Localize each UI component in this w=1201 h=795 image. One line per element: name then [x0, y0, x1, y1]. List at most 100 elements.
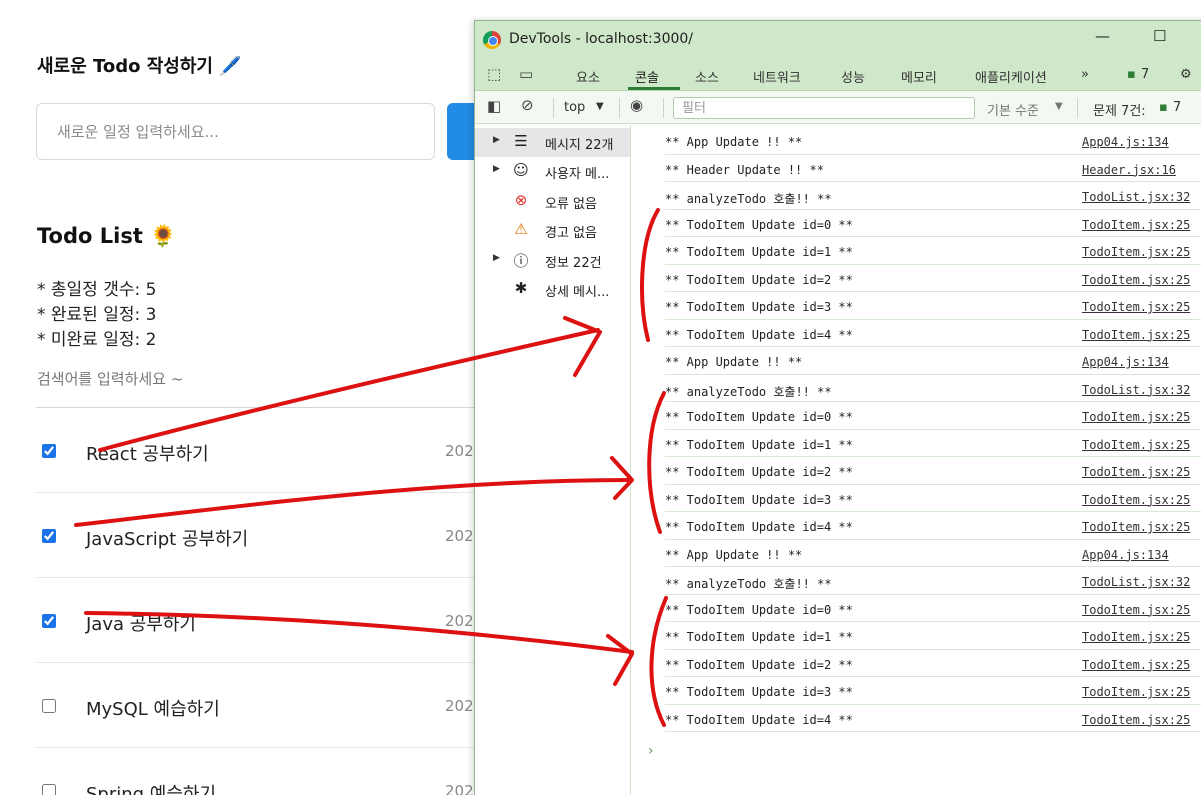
- console-log-message: ** TodoItem Update id=2 **: [665, 657, 853, 672]
- console-log-source-link[interactable]: TodoItem.jsx:25: [1082, 520, 1190, 534]
- issues-count-label[interactable]: 문제 7건:: [1093, 100, 1146, 119]
- console-filter-input[interactable]: [673, 97, 975, 119]
- todo-checkbox[interactable]: [42, 614, 56, 628]
- context-dropdown-icon[interactable]: ▼: [596, 101, 604, 112]
- console-log-source-link[interactable]: TodoItem.jsx:25: [1082, 245, 1190, 259]
- console-log-source-link[interactable]: TodoItem.jsx:25: [1082, 273, 1190, 287]
- console-log-source-link[interactable]: TodoList.jsx:32: [1082, 383, 1190, 397]
- tab-performance[interactable]: 성능: [841, 67, 865, 86]
- console-log-source-link[interactable]: TodoItem.jsx:25: [1082, 685, 1190, 699]
- sidebar-item-errors[interactable]: ⊗ 오류 없음: [475, 187, 630, 216]
- sidebar-item-warnings[interactable]: ⚠ 경고 없음: [475, 216, 630, 245]
- console-log-row: ** TodoItem Update id=3 ** TodoItem.jsx:2…: [665, 292, 1201, 320]
- console-log-message: ** TodoItem Update id=2 **: [665, 465, 853, 479]
- console-log-message: ** TodoItem Update id=4 **: [665, 327, 853, 342]
- console-log-message: ** analyzeTodo 호출!! **: [665, 577, 832, 591]
- todo-content: JavaScript 공부하기: [86, 529, 249, 550]
- console-log-source-link[interactable]: TodoList.jsx:32: [1082, 575, 1190, 589]
- todo-checkbox[interactable]: [42, 444, 56, 458]
- issues-badge-icon[interactable]: ▪: [1127, 67, 1136, 82]
- tab-elements[interactable]: 요소: [576, 67, 600, 86]
- list-icon: ☰: [514, 132, 528, 150]
- minimize-icon[interactable]: —: [1095, 27, 1110, 45]
- console-log-source-link[interactable]: TodoItem.jsx:25: [1082, 603, 1190, 617]
- console-log-source-link[interactable]: App04.js:134: [1082, 548, 1169, 562]
- tab-network[interactable]: 네트워크: [753, 67, 801, 86]
- sidebar-item-messages[interactable]: ▶ ☰ 메시지 22개: [475, 128, 630, 157]
- more-tabs-icon[interactable]: »: [1081, 67, 1089, 82]
- tab-console[interactable]: 콘솔: [635, 67, 659, 86]
- settings-gear-icon[interactable]: ⚙: [1180, 67, 1192, 82]
- console-log-source-link[interactable]: TodoList.jsx:32: [1082, 190, 1190, 204]
- console-log-source-link[interactable]: TodoItem.jsx:25: [1082, 658, 1190, 672]
- issues-badge-count[interactable]: 7: [1141, 67, 1149, 82]
- todo-item: Java 공부하기 2024: [36, 578, 483, 663]
- todo-list: React 공부하기 2024 JavaScript 공부하기 2024 Jav…: [36, 408, 483, 795]
- console-log-row: ** App Update !! ** App04.js:134: [665, 347, 1201, 375]
- stat-not-done: * 미완료 일정: 2: [37, 330, 157, 350]
- console-log-source-link[interactable]: App04.js:134: [1082, 355, 1169, 369]
- console-log-source-link[interactable]: TodoItem.jsx:25: [1082, 410, 1190, 424]
- sidebar-item-user-messages[interactable]: ▶ ☺ 사용자 메...: [475, 157, 630, 186]
- expand-arrow-icon[interactable]: ▶: [493, 253, 500, 263]
- console-prompt-chevron-icon[interactable]: ›: [648, 743, 654, 759]
- expand-arrow-icon[interactable]: ▶: [493, 164, 500, 174]
- expand-arrow-icon[interactable]: ▶: [493, 135, 500, 145]
- stat-done: * 완료된 일정: 3: [37, 305, 157, 325]
- todo-checkbox[interactable]: [42, 529, 56, 543]
- device-toolbar-icon[interactable]: ▭: [519, 65, 533, 83]
- console-log-source-link[interactable]: TodoItem.jsx:25: [1082, 300, 1190, 314]
- console-log-source-link[interactable]: App04.js:134: [1082, 135, 1169, 149]
- tab-sources[interactable]: 소스: [695, 67, 719, 86]
- console-log-source-link[interactable]: TodoItem.jsx:25: [1082, 218, 1190, 232]
- devtools-tabbar: ⬚ ▭ 요소 콘솔 소스 네트워크 성능 메모리 애플리케이션 » ▪ 7 ⚙: [475, 59, 1201, 91]
- live-expression-eye-icon[interactable]: ◉: [630, 96, 643, 114]
- tab-application[interactable]: 애플리케이션: [975, 67, 1047, 86]
- console-log-source-link[interactable]: TodoItem.jsx:25: [1082, 328, 1190, 342]
- console-log-row: ** analyzeTodo 호출!! ** TodoList.jsx:32: [665, 567, 1201, 595]
- sidebar-item-label: 상세 메시...: [545, 285, 610, 300]
- issues-count-value[interactable]: 7: [1173, 100, 1181, 115]
- console-log-source-link[interactable]: TodoItem.jsx:25: [1082, 438, 1190, 452]
- inspect-element-icon[interactable]: ⬚: [487, 65, 501, 83]
- todo-list-title: Todo List 🌻: [37, 224, 177, 248]
- toolbar-separator: [619, 98, 620, 118]
- console-log-row: ** TodoItem Update id=2 ** TodoItem.jsx:2…: [665, 265, 1201, 292]
- console-log-source-link[interactable]: TodoItem.jsx:25: [1082, 493, 1190, 507]
- sidebar-item-verbose[interactable]: ✱ 상세 메시...: [475, 275, 630, 304]
- todo-item: MySQL 예습하기 2024: [36, 663, 483, 748]
- devtools-titlebar[interactable]: DevTools - localhost:3000/ — ☐: [475, 21, 1201, 59]
- console-log-source-link[interactable]: TodoItem.jsx:25: [1082, 630, 1190, 644]
- toolbar-separator: [1077, 98, 1078, 118]
- console-log-message: ** analyzeTodo 호출!! **: [665, 192, 832, 206]
- maximize-icon[interactable]: ☐: [1153, 27, 1166, 45]
- console-log-message: ** Header Update !! **: [665, 162, 824, 177]
- issues-message-icon: ▪: [1159, 100, 1168, 115]
- tab-memory[interactable]: 메모리: [901, 67, 937, 86]
- console-log-source-link[interactable]: Header.jsx:16: [1082, 163, 1176, 177]
- sidebar-toggle-icon[interactable]: ◧: [487, 97, 501, 115]
- log-level-selector[interactable]: 기본 수준: [987, 100, 1039, 119]
- console-log-source-link[interactable]: TodoItem.jsx:25: [1082, 465, 1190, 479]
- console-log-message: ** TodoItem Update id=3 **: [665, 492, 853, 507]
- search-input[interactable]: [36, 364, 476, 394]
- console-log-row: ** TodoItem Update id=0 ** TodoItem.jsx:2…: [665, 402, 1201, 430]
- console-log-source-link[interactable]: TodoItem.jsx:25: [1082, 713, 1190, 727]
- log-level-dropdown-icon[interactable]: ▼: [1055, 101, 1063, 112]
- active-tab-underline: [628, 87, 680, 90]
- console-log-message: ** TodoItem Update id=0 **: [665, 217, 853, 232]
- todo-content: React 공부하기: [86, 444, 209, 465]
- todo-checkbox[interactable]: [42, 784, 56, 795]
- new-todo-input[interactable]: [36, 103, 435, 160]
- error-icon: ⊗: [514, 191, 528, 209]
- console-log-row: ** TodoItem Update id=0 ** TodoItem.jsx:2…: [665, 210, 1201, 237]
- info-icon: ⓘ: [513, 252, 529, 270]
- clear-console-icon[interactable]: ⊘: [521, 96, 534, 114]
- context-selector[interactable]: top: [564, 100, 585, 115]
- sidebar-item-info[interactable]: ▶ ⓘ 정보 22건: [475, 246, 630, 275]
- todo-checkbox[interactable]: [42, 699, 56, 713]
- screenshot-stage: 새로운 Todo 작성하기 🖊️ Todo List 🌻 * 총일정 갯수: 5…: [0, 0, 1201, 795]
- console-log-message: ** TodoItem Update id=1 **: [665, 630, 853, 644]
- sidebar-item-label: 사용자 메...: [545, 167, 610, 182]
- chrome-icon: [483, 31, 501, 49]
